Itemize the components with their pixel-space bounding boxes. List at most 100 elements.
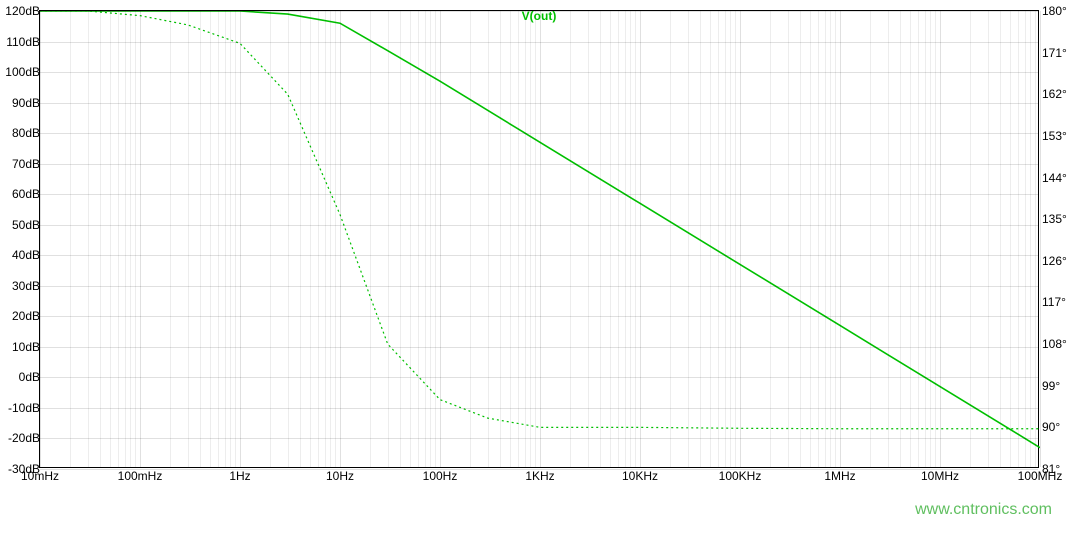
grid-line-vertical-minor — [335, 11, 336, 467]
grid-line-vertical-minor — [100, 11, 101, 467]
grid-line-vertical-minor — [810, 11, 811, 467]
grid-line-vertical-minor — [488, 11, 489, 467]
grid-line-vertical-minor — [288, 11, 289, 467]
grid-line-vertical-minor — [510, 11, 511, 467]
grid-line-horizontal — [40, 255, 1038, 256]
grid-line-vertical-minor — [500, 11, 501, 467]
y-right-axis-tick-label: 108° — [1038, 337, 1080, 351]
y-right-axis-tick-label: 162° — [1038, 87, 1080, 101]
grid-line-vertical-minor — [570, 11, 571, 467]
grid-line-vertical-minor — [800, 11, 801, 467]
grid-line-vertical-minor — [318, 11, 319, 467]
y-left-axis-tick-label: 10dB — [0, 340, 40, 354]
y-right-axis-tick-label: 153° — [1038, 129, 1080, 143]
y-right-axis-tick-label: 126° — [1038, 254, 1080, 268]
grid-line-vertical-minor — [330, 11, 331, 467]
grid-line-vertical-minor — [170, 11, 171, 467]
y-left-axis-tick-label: 70dB — [0, 157, 40, 171]
grid-line-vertical-minor — [118, 11, 119, 467]
grid-line-vertical-minor — [900, 11, 901, 467]
grid-line-vertical — [840, 11, 841, 467]
grid-line-horizontal — [40, 347, 1038, 348]
y-right-axis-tick-label: 135° — [1038, 212, 1080, 226]
grid-line-vertical-minor — [725, 11, 726, 467]
grid-line-vertical-minor — [470, 11, 471, 467]
chart-title: V(out) — [522, 9, 557, 23]
grid-line-vertical-minor — [688, 11, 689, 467]
grid-line-vertical-minor — [200, 11, 201, 467]
grid-line-vertical-minor — [218, 11, 219, 467]
grid-line-vertical-minor — [535, 11, 536, 467]
grid-line-vertical-minor — [835, 11, 836, 467]
grid-line-horizontal — [40, 286, 1038, 287]
grid-line-vertical-minor — [325, 11, 326, 467]
y-right-axis-tick-label: 117° — [1038, 295, 1080, 309]
grid-line-vertical-minor — [230, 11, 231, 467]
grid-line-vertical-minor — [625, 11, 626, 467]
bode-plot: V(out) 10mHz100mHz1Hz10Hz100Hz1KHz10KHz1… — [39, 10, 1039, 468]
grid-line-vertical-minor — [1035, 11, 1036, 467]
grid-line-horizontal — [40, 438, 1038, 439]
grid-line-vertical-minor — [235, 11, 236, 467]
grid-line-horizontal — [40, 133, 1038, 134]
grid-line-vertical-minor — [110, 11, 111, 467]
grid-line-vertical-minor — [370, 11, 371, 467]
grid-line-vertical — [440, 11, 441, 467]
grid-line-vertical — [40, 11, 41, 467]
grid-line-vertical-minor — [988, 11, 989, 467]
grid-line-horizontal — [40, 469, 1038, 470]
grid-line-vertical-minor — [1000, 11, 1001, 467]
grid-line-vertical-minor — [525, 11, 526, 467]
grid-line-vertical-minor — [610, 11, 611, 467]
grid-line-vertical-minor — [910, 11, 911, 467]
grid-line-vertical-minor — [830, 11, 831, 467]
grid-line-vertical-minor — [125, 11, 126, 467]
grid-line-vertical-minor — [425, 11, 426, 467]
grid-line-vertical-minor — [730, 11, 731, 467]
grid-line-horizontal — [40, 42, 1038, 43]
y-right-axis-tick-label: 180° — [1038, 4, 1080, 18]
grid-line-vertical-minor — [430, 11, 431, 467]
grid-line-horizontal — [40, 408, 1038, 409]
grid-line-vertical — [240, 11, 241, 467]
grid-line-vertical-minor — [1025, 11, 1026, 467]
grid-line-vertical-minor — [770, 11, 771, 467]
grid-line-vertical-minor — [930, 11, 931, 467]
grid-line-vertical-minor — [788, 11, 789, 467]
grid-line-vertical-minor — [1018, 11, 1019, 467]
grid-line-vertical-minor — [1030, 11, 1031, 467]
grid-line-vertical-minor — [700, 11, 701, 467]
grid-line-vertical-minor — [1010, 11, 1011, 467]
grid-line-vertical-minor — [135, 11, 136, 467]
grid-line-vertical-minor — [410, 11, 411, 467]
y-left-axis-tick-label: 50dB — [0, 218, 40, 232]
watermark-text: www.cntronics.com — [915, 501, 1052, 519]
y-left-axis-tick-label: -30dB — [0, 462, 40, 476]
grid-line-vertical-minor — [400, 11, 401, 467]
grid-line-vertical-minor — [388, 11, 389, 467]
grid-line-vertical-minor — [670, 11, 671, 467]
grid-line-vertical — [140, 11, 141, 467]
y-left-axis-tick-label: 40dB — [0, 248, 40, 262]
grid-line-horizontal — [40, 103, 1038, 104]
y-left-axis-tick-label: 90dB — [0, 96, 40, 110]
grid-line-vertical-minor — [618, 11, 619, 467]
grid-line-vertical-minor — [888, 11, 889, 467]
grid-line-vertical-minor — [710, 11, 711, 467]
grid-line-vertical-minor — [935, 11, 936, 467]
grid-line-vertical — [540, 11, 541, 467]
y-left-axis-tick-label: 30dB — [0, 279, 40, 293]
grid-line-vertical-minor — [600, 11, 601, 467]
grid-line-vertical-minor — [818, 11, 819, 467]
y-left-axis-tick-label: 80dB — [0, 126, 40, 140]
grid-line-vertical-minor — [825, 11, 826, 467]
grid-line-vertical-minor — [718, 11, 719, 467]
y-left-axis-tick-label: 110dB — [0, 35, 40, 49]
grid-line-vertical-minor — [925, 11, 926, 467]
grid-line-vertical-minor — [735, 11, 736, 467]
grid-line-vertical-minor — [630, 11, 631, 467]
grid-line-vertical — [640, 11, 641, 467]
grid-line-vertical-minor — [530, 11, 531, 467]
y-right-axis-tick-label: 144° — [1038, 171, 1080, 185]
grid-line-vertical-minor — [518, 11, 519, 467]
